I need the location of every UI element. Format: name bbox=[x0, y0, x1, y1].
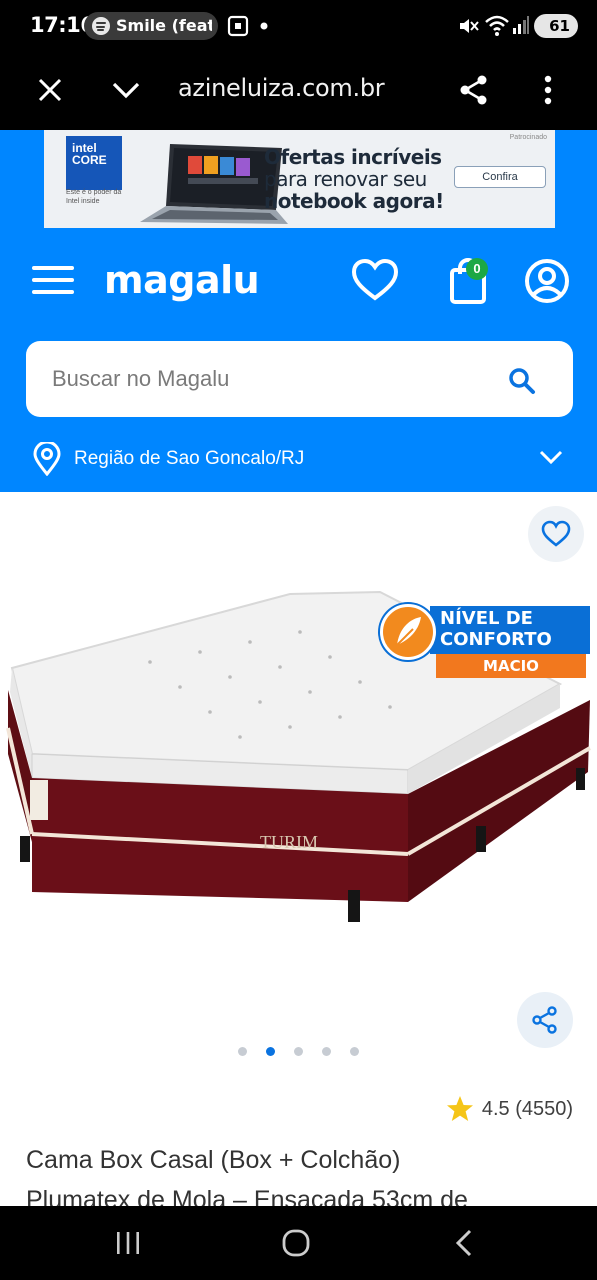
intel-logo-bottom: CORE bbox=[72, 153, 107, 167]
battery-level: 61 bbox=[549, 17, 570, 35]
cart-count-badge: 0 bbox=[466, 258, 488, 280]
share-icon bbox=[460, 75, 487, 105]
menu-button[interactable] bbox=[30, 264, 76, 296]
chevron-down-icon bbox=[539, 450, 563, 465]
favorites-button[interactable] bbox=[350, 256, 400, 306]
more-vert-icon bbox=[544, 75, 552, 105]
chevron-down-icon bbox=[112, 82, 140, 99]
promo-banner[interactable]: intel CORE Este é o poder da Intel insid… bbox=[44, 130, 555, 228]
comfort-level-badge: NÍVEL DE CONFORTO MACIO bbox=[380, 600, 594, 680]
system-nav-bar bbox=[0, 1206, 597, 1280]
signal-icon bbox=[513, 16, 529, 34]
location-pin-icon bbox=[33, 442, 61, 476]
account-button[interactable] bbox=[522, 256, 572, 306]
media-label: Smile (feat. bbox=[116, 16, 212, 35]
heart-icon bbox=[351, 258, 399, 301]
user-icon bbox=[525, 259, 569, 303]
close-tab-button[interactable] bbox=[26, 66, 74, 114]
wifi-icon bbox=[485, 15, 509, 36]
battery-icon: 61 bbox=[534, 14, 578, 38]
spotify-icon bbox=[92, 17, 110, 35]
media-notification-pill[interactable]: Smile (feat. bbox=[84, 12, 218, 40]
product-share-button[interactable] bbox=[517, 992, 573, 1048]
close-icon bbox=[38, 78, 62, 102]
region-selector[interactable]: Região de Sao Goncalo/RJ bbox=[0, 436, 597, 478]
carousel-dot[interactable] bbox=[238, 1047, 247, 1056]
turim-brand-label: TURIM bbox=[260, 832, 318, 852]
carousel-dot[interactable] bbox=[322, 1047, 331, 1056]
share-icon bbox=[532, 1006, 557, 1034]
site-header: intel CORE Este é o poder da Intel insid… bbox=[0, 130, 597, 492]
carousel-dot[interactable] bbox=[350, 1047, 359, 1056]
banner-title-line1: Ofertas incríveis bbox=[264, 145, 442, 169]
heart-icon bbox=[541, 520, 571, 547]
back-icon bbox=[455, 1229, 472, 1257]
magalu-logo[interactable]: magalu bbox=[104, 258, 260, 302]
browser-toolbar: azineluiza.com.br bbox=[0, 52, 597, 130]
product-title-line1: Cama Box Casal (Box + Colchão) bbox=[26, 1146, 401, 1174]
badge-line1: NÍVEL DE bbox=[440, 608, 533, 629]
carousel-dot-active[interactable] bbox=[266, 1047, 275, 1056]
banner-title: Ofertas incríveis para renovar seu noteb… bbox=[264, 146, 444, 212]
badge-level: MACIO bbox=[436, 654, 586, 678]
region-label: Região de Sao Goncalo/RJ bbox=[74, 448, 305, 469]
product-favorite-button[interactable] bbox=[528, 506, 584, 562]
intel-logo: intel CORE bbox=[66, 136, 122, 190]
home-button[interactable] bbox=[266, 1222, 326, 1264]
star-icon bbox=[446, 1096, 473, 1121]
rating-value: 4.5 (4550) bbox=[481, 1097, 573, 1120]
product-section: TURIM NÍVEL DE CONFORTO MACIO 4.5 (4550)… bbox=[0, 492, 597, 1214]
share-page-button[interactable] bbox=[450, 66, 498, 114]
url-text[interactable]: azineluiza.com.br bbox=[178, 74, 385, 102]
carousel-dot[interactable] bbox=[294, 1047, 303, 1056]
notification-dot-icon bbox=[260, 22, 268, 30]
more-options-button[interactable] bbox=[524, 66, 572, 114]
recents-icon bbox=[117, 1232, 139, 1254]
banner-cta-button[interactable]: Confira bbox=[454, 166, 546, 188]
feather-icon bbox=[380, 604, 436, 660]
banner-title-line3: notebook agora! bbox=[264, 189, 444, 213]
status-bar: 17:16 Smile (feat. 61 bbox=[0, 0, 597, 52]
product-rating[interactable]: 4.5 (4550) bbox=[446, 1094, 573, 1124]
sponsored-tag: Patrocinado bbox=[509, 134, 547, 141]
intel-tagline: Este é o poder da Intel inside bbox=[66, 189, 122, 205]
banner-title-line2: para renovar seu bbox=[264, 167, 427, 191]
badge-line2: CONFORTO bbox=[440, 629, 552, 650]
minimize-button[interactable] bbox=[102, 66, 150, 114]
search-icon[interactable] bbox=[506, 365, 538, 397]
search-input[interactable] bbox=[52, 359, 492, 399]
recents-button[interactable] bbox=[98, 1222, 158, 1264]
mute-icon bbox=[460, 19, 479, 33]
back-button[interactable] bbox=[434, 1222, 494, 1264]
search-bar[interactable] bbox=[26, 341, 573, 417]
badge-comfort-label: NÍVEL DE CONFORTO bbox=[430, 606, 590, 654]
screenshot-icon bbox=[227, 15, 249, 37]
home-icon bbox=[282, 1229, 310, 1257]
